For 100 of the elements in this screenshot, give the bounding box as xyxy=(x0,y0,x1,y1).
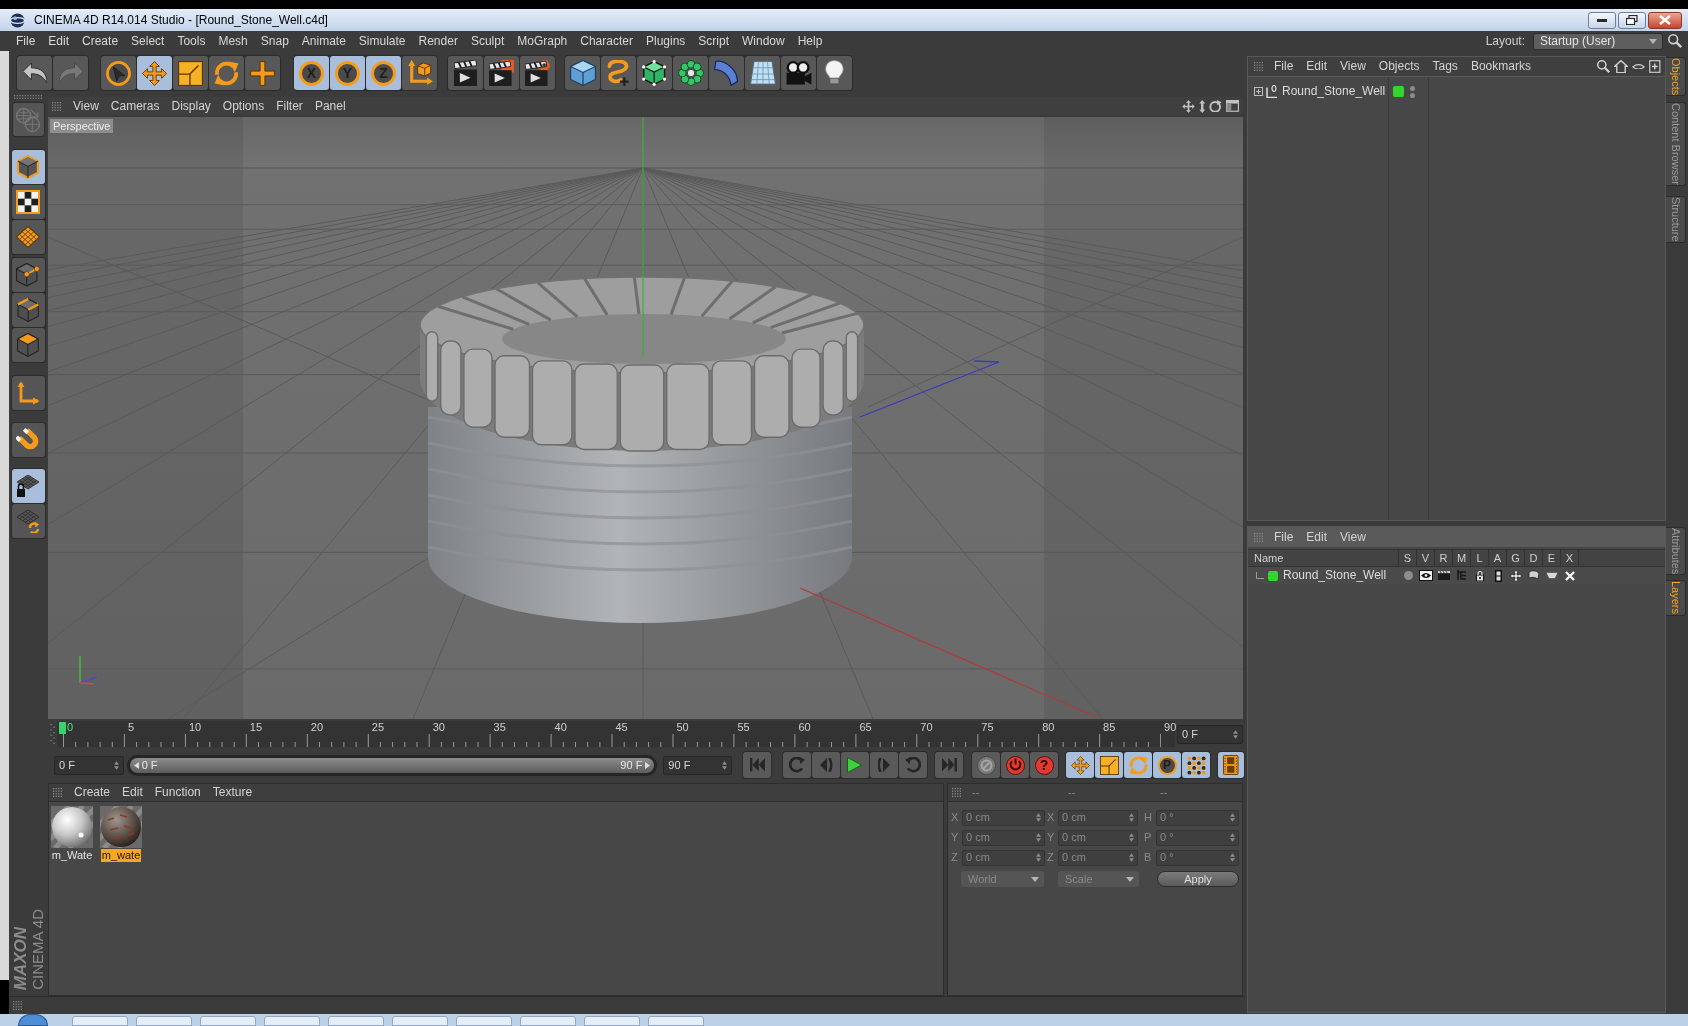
scale-tool-button[interactable] xyxy=(173,56,208,90)
film-strip-icon[interactable] xyxy=(1494,569,1502,582)
material-item[interactable]: m_wate xyxy=(99,806,143,862)
workplane-align-button[interactable] xyxy=(11,504,45,538)
solo-dot-icon[interactable] xyxy=(1403,571,1413,580)
keyframe-selection-button[interactable]: ? xyxy=(1030,752,1058,778)
menu-item[interactable]: View xyxy=(1340,529,1366,545)
taskbar-button[interactable] xyxy=(520,1016,576,1026)
column-header[interactable]: X xyxy=(1561,550,1579,566)
grip-handle-icon[interactable] xyxy=(1254,62,1263,71)
light-button[interactable] xyxy=(817,56,852,90)
menu-item[interactable]: Simulate xyxy=(358,33,406,49)
side-tab[interactable]: Layers xyxy=(1666,580,1686,616)
layer-name[interactable]: Round_Stone_Well xyxy=(1283,568,1387,583)
playhead-marker[interactable] xyxy=(59,722,66,734)
spinner-arrows-icon[interactable] xyxy=(1233,729,1238,739)
menu-item[interactable]: Options xyxy=(222,98,265,114)
taskbar-button[interactable] xyxy=(456,1016,512,1026)
palette-grip-icon[interactable] xyxy=(14,95,42,99)
taskbar-button[interactable] xyxy=(328,1016,384,1026)
points-mode-button[interactable] xyxy=(11,258,45,292)
camera-button[interactable] xyxy=(781,56,816,90)
close-button[interactable] xyxy=(1648,11,1682,29)
next-key-button[interactable] xyxy=(899,752,927,778)
render-view-button[interactable] xyxy=(448,56,483,90)
go-to-start-button[interactable] xyxy=(743,752,771,778)
bowl-icon[interactable] xyxy=(1546,572,1558,579)
taskbar-button[interactable] xyxy=(264,1016,320,1026)
menu-item[interactable]: File xyxy=(1274,59,1294,74)
orbit-icon[interactable] xyxy=(1209,99,1222,113)
menu-item[interactable]: Tags xyxy=(1432,59,1458,74)
grip-handle-icon[interactable] xyxy=(13,1001,22,1010)
restore-button[interactable] xyxy=(1618,11,1646,29)
tool-button[interactable] xyxy=(245,56,280,90)
menu-item[interactable]: Objects xyxy=(1378,59,1420,74)
menu-item[interactable]: Animate xyxy=(301,33,346,49)
menu-item[interactable]: Sculpt xyxy=(470,33,505,49)
menu-item[interactable]: Plugins xyxy=(645,33,686,49)
bent-sheet-icon[interactable] xyxy=(1528,570,1540,581)
x-mark-icon[interactable] xyxy=(1565,570,1575,581)
timeline-button[interactable] xyxy=(1218,752,1244,778)
start-button[interactable] xyxy=(18,1014,48,1026)
column-header[interactable]: E xyxy=(1543,550,1561,566)
column-header[interactable]: R xyxy=(1435,550,1453,566)
menu-item[interactable]: Create xyxy=(82,33,119,49)
start-frame-field[interactable]: 0 F xyxy=(54,755,124,775)
tree-expand-icon[interactable] xyxy=(1254,87,1263,96)
end-frame-field[interactable]: 90 F xyxy=(663,755,732,775)
generator-button[interactable] xyxy=(637,56,672,90)
menu-item[interactable]: Create xyxy=(74,785,111,800)
search-icon[interactable] xyxy=(1597,60,1611,73)
dolly-arrow-icon[interactable] xyxy=(1198,99,1205,113)
lens-shape-icon[interactable] xyxy=(1632,63,1646,70)
snap-button[interactable] xyxy=(11,423,45,457)
menu-item[interactable]: Character xyxy=(580,33,633,49)
move-tool-button[interactable] xyxy=(137,56,172,90)
home-icon[interactable] xyxy=(1614,59,1629,74)
current-frame-field[interactable]: 0 F xyxy=(1177,724,1243,744)
selection-tool-button[interactable] xyxy=(101,56,136,90)
column-header[interactable]: Name xyxy=(1248,550,1399,566)
stone-well-drawing[interactable] xyxy=(419,276,865,623)
previous-key-button[interactable] xyxy=(783,752,811,778)
menu-item[interactable]: Display xyxy=(171,98,211,114)
pan-arrows-icon[interactable] xyxy=(1181,99,1195,113)
menu-item[interactable]: File xyxy=(1274,529,1294,545)
column-header[interactable]: G xyxy=(1507,550,1525,566)
menu-item[interactable]: Help xyxy=(797,33,823,49)
menu-item[interactable]: Edit xyxy=(48,33,70,49)
column-header[interactable]: L xyxy=(1471,550,1489,566)
column-header[interactable]: D xyxy=(1525,550,1543,566)
go-to-end-button[interactable] xyxy=(935,752,963,778)
layout-dropdown[interactable]: Startup (User) xyxy=(1533,32,1663,50)
undo-button[interactable] xyxy=(17,56,52,90)
coordinate-system-button[interactable] xyxy=(402,56,437,90)
menu-item[interactable]: Mesh xyxy=(218,33,248,49)
menu-item[interactable]: View xyxy=(73,98,99,114)
dot-pair-icon[interactable] xyxy=(1410,85,1415,98)
array-button[interactable] xyxy=(673,56,708,90)
menu-item[interactable]: Edit xyxy=(1306,59,1328,74)
taskbar-button[interactable] xyxy=(136,1016,192,1026)
column-header[interactable]: V xyxy=(1417,550,1435,566)
menu-item[interactable]: Bookmarks xyxy=(1470,59,1531,74)
menu-item[interactable]: Window xyxy=(742,33,785,49)
menu-item[interactable]: Edit xyxy=(122,785,143,800)
menu-item[interactable]: Snap xyxy=(260,33,289,49)
menu-item[interactable]: Texture xyxy=(212,785,253,800)
texture-mode-button[interactable] xyxy=(11,185,45,219)
object-name[interactable]: Round_Stone_Well xyxy=(1282,84,1386,99)
right-triangle-icon[interactable] xyxy=(645,761,651,769)
rotate-tool-button[interactable] xyxy=(209,56,244,90)
plus-box-icon[interactable] xyxy=(1649,60,1661,73)
material-item[interactable]: m_Wate xyxy=(50,806,94,862)
step-back-button[interactable] xyxy=(812,752,840,778)
menu-item[interactable]: Tools xyxy=(177,33,206,49)
play-button[interactable] xyxy=(841,752,869,778)
position-key-button[interactable] xyxy=(1066,752,1094,778)
menu-item[interactable]: Render xyxy=(418,33,458,49)
menu-item[interactable]: Cameras xyxy=(110,98,160,114)
polygons-mode-button[interactable] xyxy=(11,328,45,362)
layer-color-swatch[interactable] xyxy=(1393,86,1404,97)
